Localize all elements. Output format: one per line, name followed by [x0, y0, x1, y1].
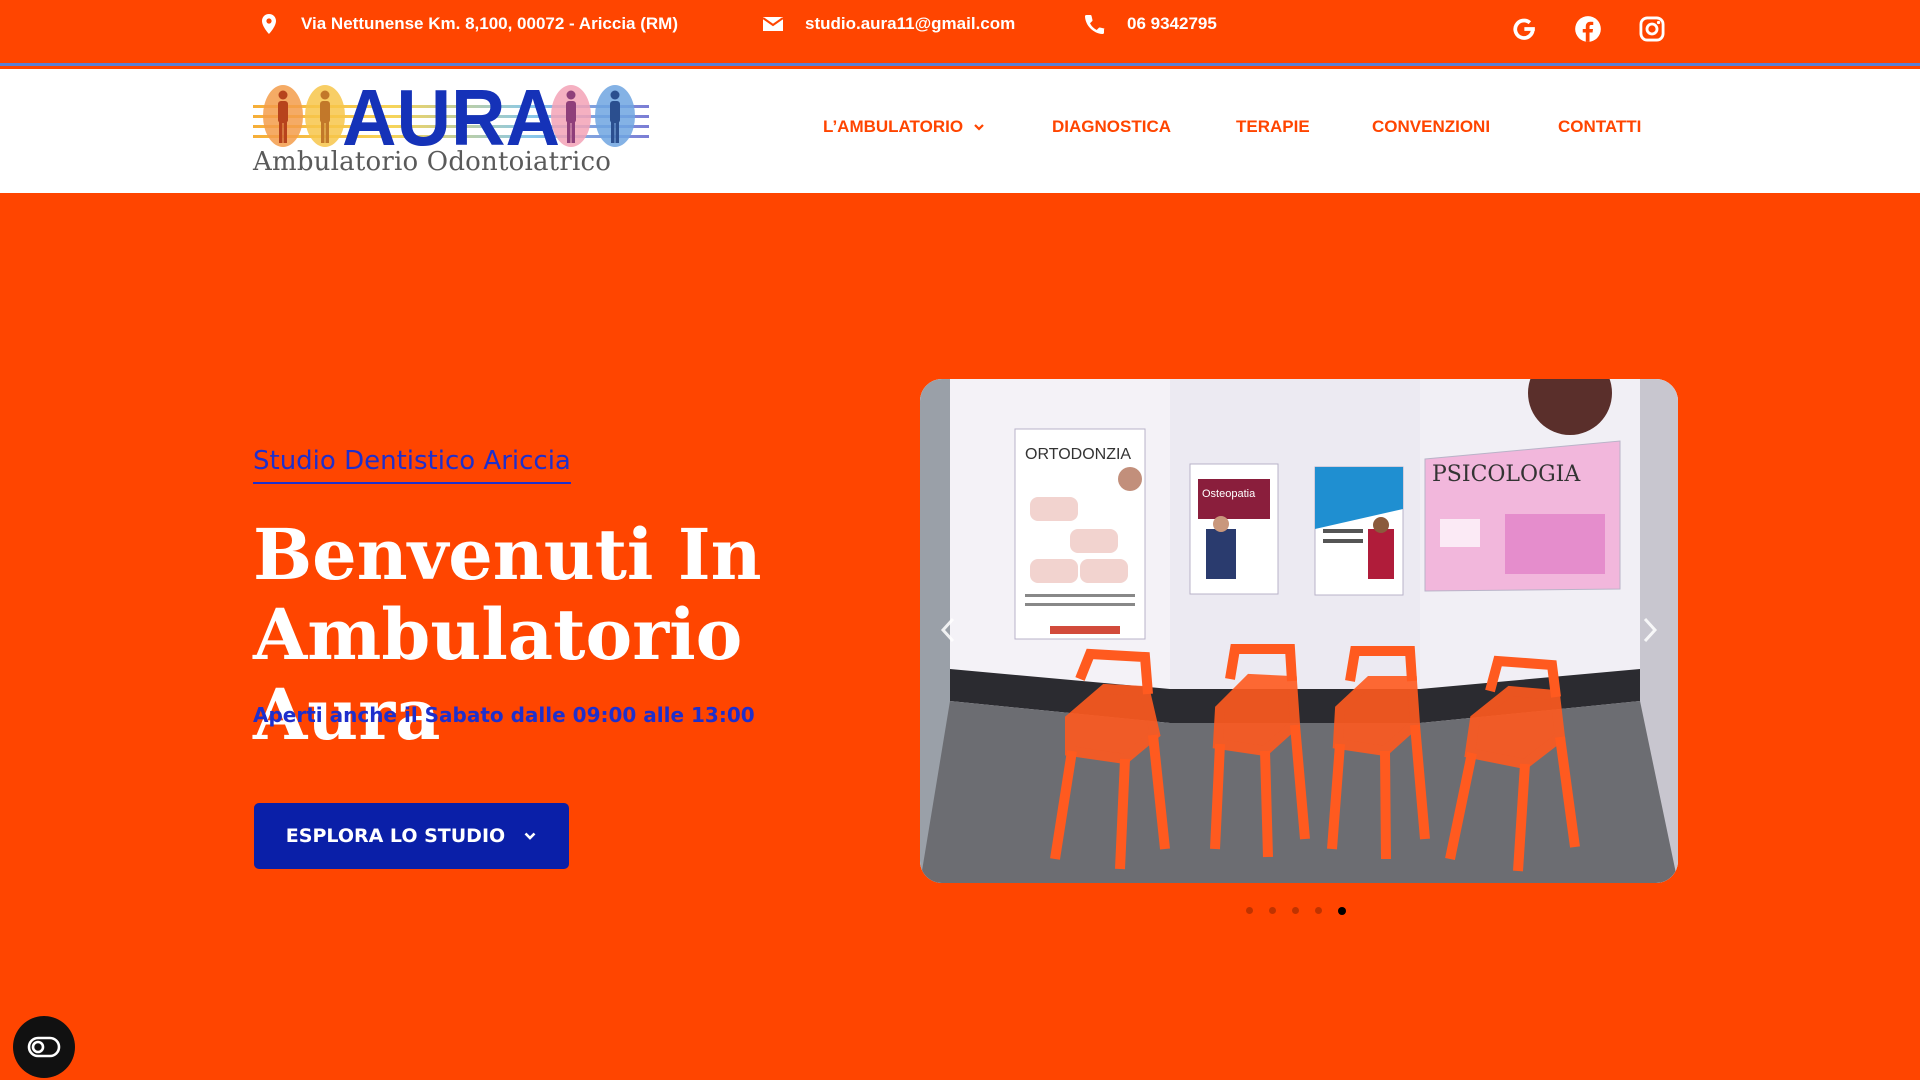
google-link[interactable]: [1508, 13, 1540, 45]
image-slider[interactable]: ORTODONZIA Osteopatia PSICOLOGIA: [920, 379, 1678, 883]
cta-label: ESPLORA LO STUDIO: [285, 825, 506, 847]
poster-psicologia: PSICOLOGIA: [1424, 440, 1621, 592]
slider-dot-4[interactable]: [1315, 907, 1322, 914]
slider-prev-button[interactable]: [928, 605, 968, 655]
slider-dot-5-active[interactable]: [1338, 907, 1346, 915]
nav-item-contatti[interactable]: CONTATTI: [1558, 117, 1641, 137]
waiting-room-photo: ORTODONZIA Osteopatia PSICOLOGIA: [920, 379, 1678, 883]
aura-logo-graphic: AURA: [253, 83, 649, 153]
instagram-link[interactable]: [1636, 13, 1668, 45]
nav-item-convenzioni[interactable]: CONVENZIONI: [1372, 117, 1490, 137]
email-item[interactable]: studio.aura11@gmail.com: [761, 12, 1015, 36]
poster-text: Osteopatia: [1202, 488, 1256, 500]
slider-dot-3[interactable]: [1292, 907, 1299, 914]
slider-pagination: [1246, 907, 1362, 915]
address-text: Via Nettunense Km. 8,100, 00072 - Aricci…: [301, 14, 678, 33]
site-logo[interactable]: AURA Ambulatorio Odontoiatrico: [253, 83, 653, 183]
facebook-icon: [1575, 16, 1601, 42]
slider-dot-1[interactable]: [1246, 907, 1253, 914]
google-icon: [1513, 18, 1535, 40]
slider-next-button[interactable]: [1630, 605, 1670, 655]
envelope-icon: [762, 17, 784, 31]
phone-icon: [1084, 14, 1106, 35]
site-header: AURA Ambulatorio Odontoiatrico L’AMBULAT…: [0, 69, 1920, 193]
explore-studio-button[interactable]: ESPLORA LO STUDIO: [254, 803, 569, 869]
phone-text: 06 9342795: [1127, 14, 1217, 33]
nav-label: CONTATTI: [1558, 117, 1642, 136]
logo-wordmark: AURA: [342, 83, 560, 153]
nav-label: L’AMBULATORIO: [823, 117, 964, 136]
accessibility-toggle-icon: [27, 1036, 61, 1058]
instagram-icon: [1639, 16, 1665, 42]
poster-text: PSICOLOGIA: [1432, 462, 1581, 487]
accessibility-button[interactable]: [13, 1016, 75, 1078]
poster-blue: [1314, 466, 1404, 596]
nav-label: CONVENZIONI: [1372, 117, 1491, 136]
phone-item[interactable]: 06 9342795: [1083, 12, 1217, 36]
address-item[interactable]: Via Nettunense Km. 8,100, 00072 - Aricci…: [257, 12, 678, 36]
poster-osteopatia: Osteopatia: [1189, 463, 1279, 595]
nav-item-terapie[interactable]: TERAPIE: [1236, 117, 1310, 137]
hero-eyebrow: Studio Dentistico Ariccia: [253, 446, 571, 484]
hero-subtitle: Aperti anche il Sabato dalle 09:00 alle …: [253, 703, 755, 727]
nav-label: TERAPIE: [1236, 117, 1310, 136]
facebook-link[interactable]: [1572, 13, 1604, 45]
logo-subtitle: Ambulatorio Odontoiatrico: [253, 147, 612, 177]
nav-item-ambulatorio[interactable]: L’AMBULATORIO: [823, 117, 985, 137]
email-text: studio.aura11@gmail.com: [805, 14, 1016, 33]
poster-text: ORTODONZIA: [1025, 446, 1131, 463]
chevron-left-icon: [940, 617, 955, 643]
chevron-down-icon: [524, 832, 536, 840]
location-pin-icon: [262, 14, 276, 34]
poster-ortodonzia: ORTODONZIA: [1014, 428, 1146, 640]
nav-label: DIAGNOSTICA: [1052, 117, 1171, 136]
chevron-down-icon: [974, 124, 984, 131]
chevron-right-icon: [1643, 617, 1658, 643]
nav-item-diagnostica[interactable]: DIAGNOSTICA: [1052, 117, 1171, 137]
slider-dot-2[interactable]: [1269, 907, 1276, 914]
top-bar: Via Nettunense Km. 8,100, 00072 - Aricci…: [0, 0, 1920, 66]
